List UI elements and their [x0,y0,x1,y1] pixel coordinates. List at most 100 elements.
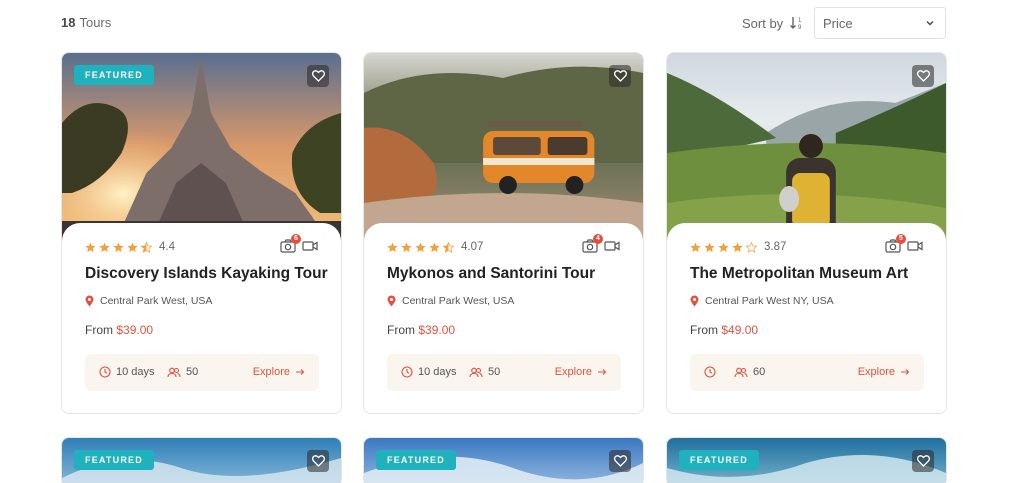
photo-gallery[interactable]: 4 [582,234,603,253]
star-icon [127,241,138,252]
explore-link[interactable]: Explore [858,366,910,378]
star-icon [429,241,440,252]
tour-meta-bar: 10 days 50 Explore [387,354,621,391]
price-value: $39.00 [116,323,154,337]
users-icon [167,367,181,377]
wishlist-button[interactable] [912,65,934,87]
star-icon [113,241,124,252]
tour-location: Central Park West NY, USA [690,295,834,307]
explore-link[interactable]: Explore [253,366,305,378]
heart-icon [613,455,627,467]
explore-label: Explore [857,366,895,378]
sort-icon[interactable]: 1 9 [789,15,805,31]
photo-gallery[interactable]: 5 [885,234,906,253]
photo-count: 6 [291,234,301,244]
location-text: Central Park West, USA [100,295,213,307]
arrow-right-icon [901,369,910,375]
heart-icon [916,70,930,82]
clock-icon [704,366,716,378]
group-size: 50 [469,366,500,378]
heart-icon [916,455,930,467]
wishlist-button[interactable] [307,65,329,87]
star-icon [718,241,729,252]
photo-gallery[interactable]: 6 [280,234,301,253]
heart-icon [311,455,325,467]
star-empty-icon [746,241,757,253]
rating: 3.87 [690,241,786,253]
tour-image[interactable] [667,53,946,241]
tour-card[interactable]: FEATURED [61,437,342,483]
tour-title[interactable]: Mykonos and Santorini Tour [387,265,595,283]
from-label: From [387,323,415,337]
wishlist-button[interactable] [307,450,329,472]
group-size-text: 60 [753,366,766,378]
tour-card[interactable]: 3.87 5 The Metropolitan Museum Art Centr… [666,52,947,414]
rating: 4.07 [387,241,483,253]
price-value: $49.00 [721,323,759,337]
wishlist-button[interactable] [912,450,934,472]
results-toolbar: 18 Tours Sort by 1 9 Price [0,0,1024,46]
star-icon [99,241,110,252]
results-count-number: 18 [61,15,76,30]
media-indicators: 5 [885,234,923,253]
tour-title[interactable]: Discovery Islands Kayaking Tour [85,265,328,283]
video-icon[interactable] [302,240,318,252]
price-line: From $39.00 [387,323,455,337]
duration-text: 10 days [116,366,155,378]
tour-meta-bar: 10 days 50 Explore [85,354,319,391]
price-line: From $49.00 [690,323,758,337]
svg-text:1: 1 [798,18,802,24]
group-size: 60 [734,366,765,378]
wishlist-button[interactable] [609,65,631,87]
featured-badge: FEATURED [376,450,456,470]
star-icon [415,241,426,252]
svg-text:9: 9 [798,25,802,31]
sort-select[interactable]: Price [814,7,946,39]
tour-card-body: 4.4 6 Discovery Islands Kayaking Tour Ce… [62,223,341,413]
tour-location: Central Park West, USA [85,295,212,307]
tour-title[interactable]: The Metropolitan Museum Art [690,265,908,283]
chevron-down-icon [926,21,934,26]
explore-link[interactable]: Explore [555,366,607,378]
star-icon [387,241,398,252]
map-pin-icon [85,295,94,307]
star-half-icon [443,241,454,253]
tour-card[interactable]: FEATURED [666,437,947,483]
featured-badge: FEATURED [74,450,154,470]
map-pin-icon [387,295,396,307]
tour-image[interactable] [364,53,643,241]
photo-count: 4 [593,234,603,244]
heart-icon [613,70,627,82]
clock-icon [99,366,111,378]
star-icon [732,241,743,252]
tour-meta-bar: 60 Explore [690,354,924,391]
rating: 4.4 [85,241,175,253]
price-value: $39.00 [418,323,456,337]
media-indicators: 6 [280,234,318,253]
video-icon[interactable] [604,240,620,252]
rating-value: 4.07 [461,241,484,253]
tour-card-body: 4.07 4 Mykonos and Santorini Tour Centra… [364,223,643,413]
duration-text: 10 days [418,366,457,378]
rating-value: 4.4 [159,241,175,253]
featured-badge: FEATURED [679,450,759,470]
tour-card[interactable]: FEATURED [363,437,644,483]
users-icon [469,367,483,377]
star-half-icon [141,241,152,253]
sort-select-value: Price [823,16,853,31]
tour-card[interactable]: 4.07 4 Mykonos and Santorini Tour Centra… [363,52,644,414]
arrow-right-icon [598,369,607,375]
wishlist-button[interactable] [609,450,631,472]
video-icon[interactable] [907,240,923,252]
star-icon [85,241,96,252]
heart-icon [311,70,325,82]
explore-label: Explore [252,366,290,378]
arrow-right-icon [296,369,305,375]
star-icon [401,241,412,252]
featured-badge: FEATURED [74,65,154,85]
location-text: Central Park West NY, USA [705,295,834,307]
sort-by[interactable]: Sort by 1 9 [742,15,805,32]
tour-card[interactable]: FEATURED 4.4 6 Discovery Islands Kayakin… [61,52,342,414]
duration: 10 days [99,366,155,378]
from-label: From [690,323,718,337]
